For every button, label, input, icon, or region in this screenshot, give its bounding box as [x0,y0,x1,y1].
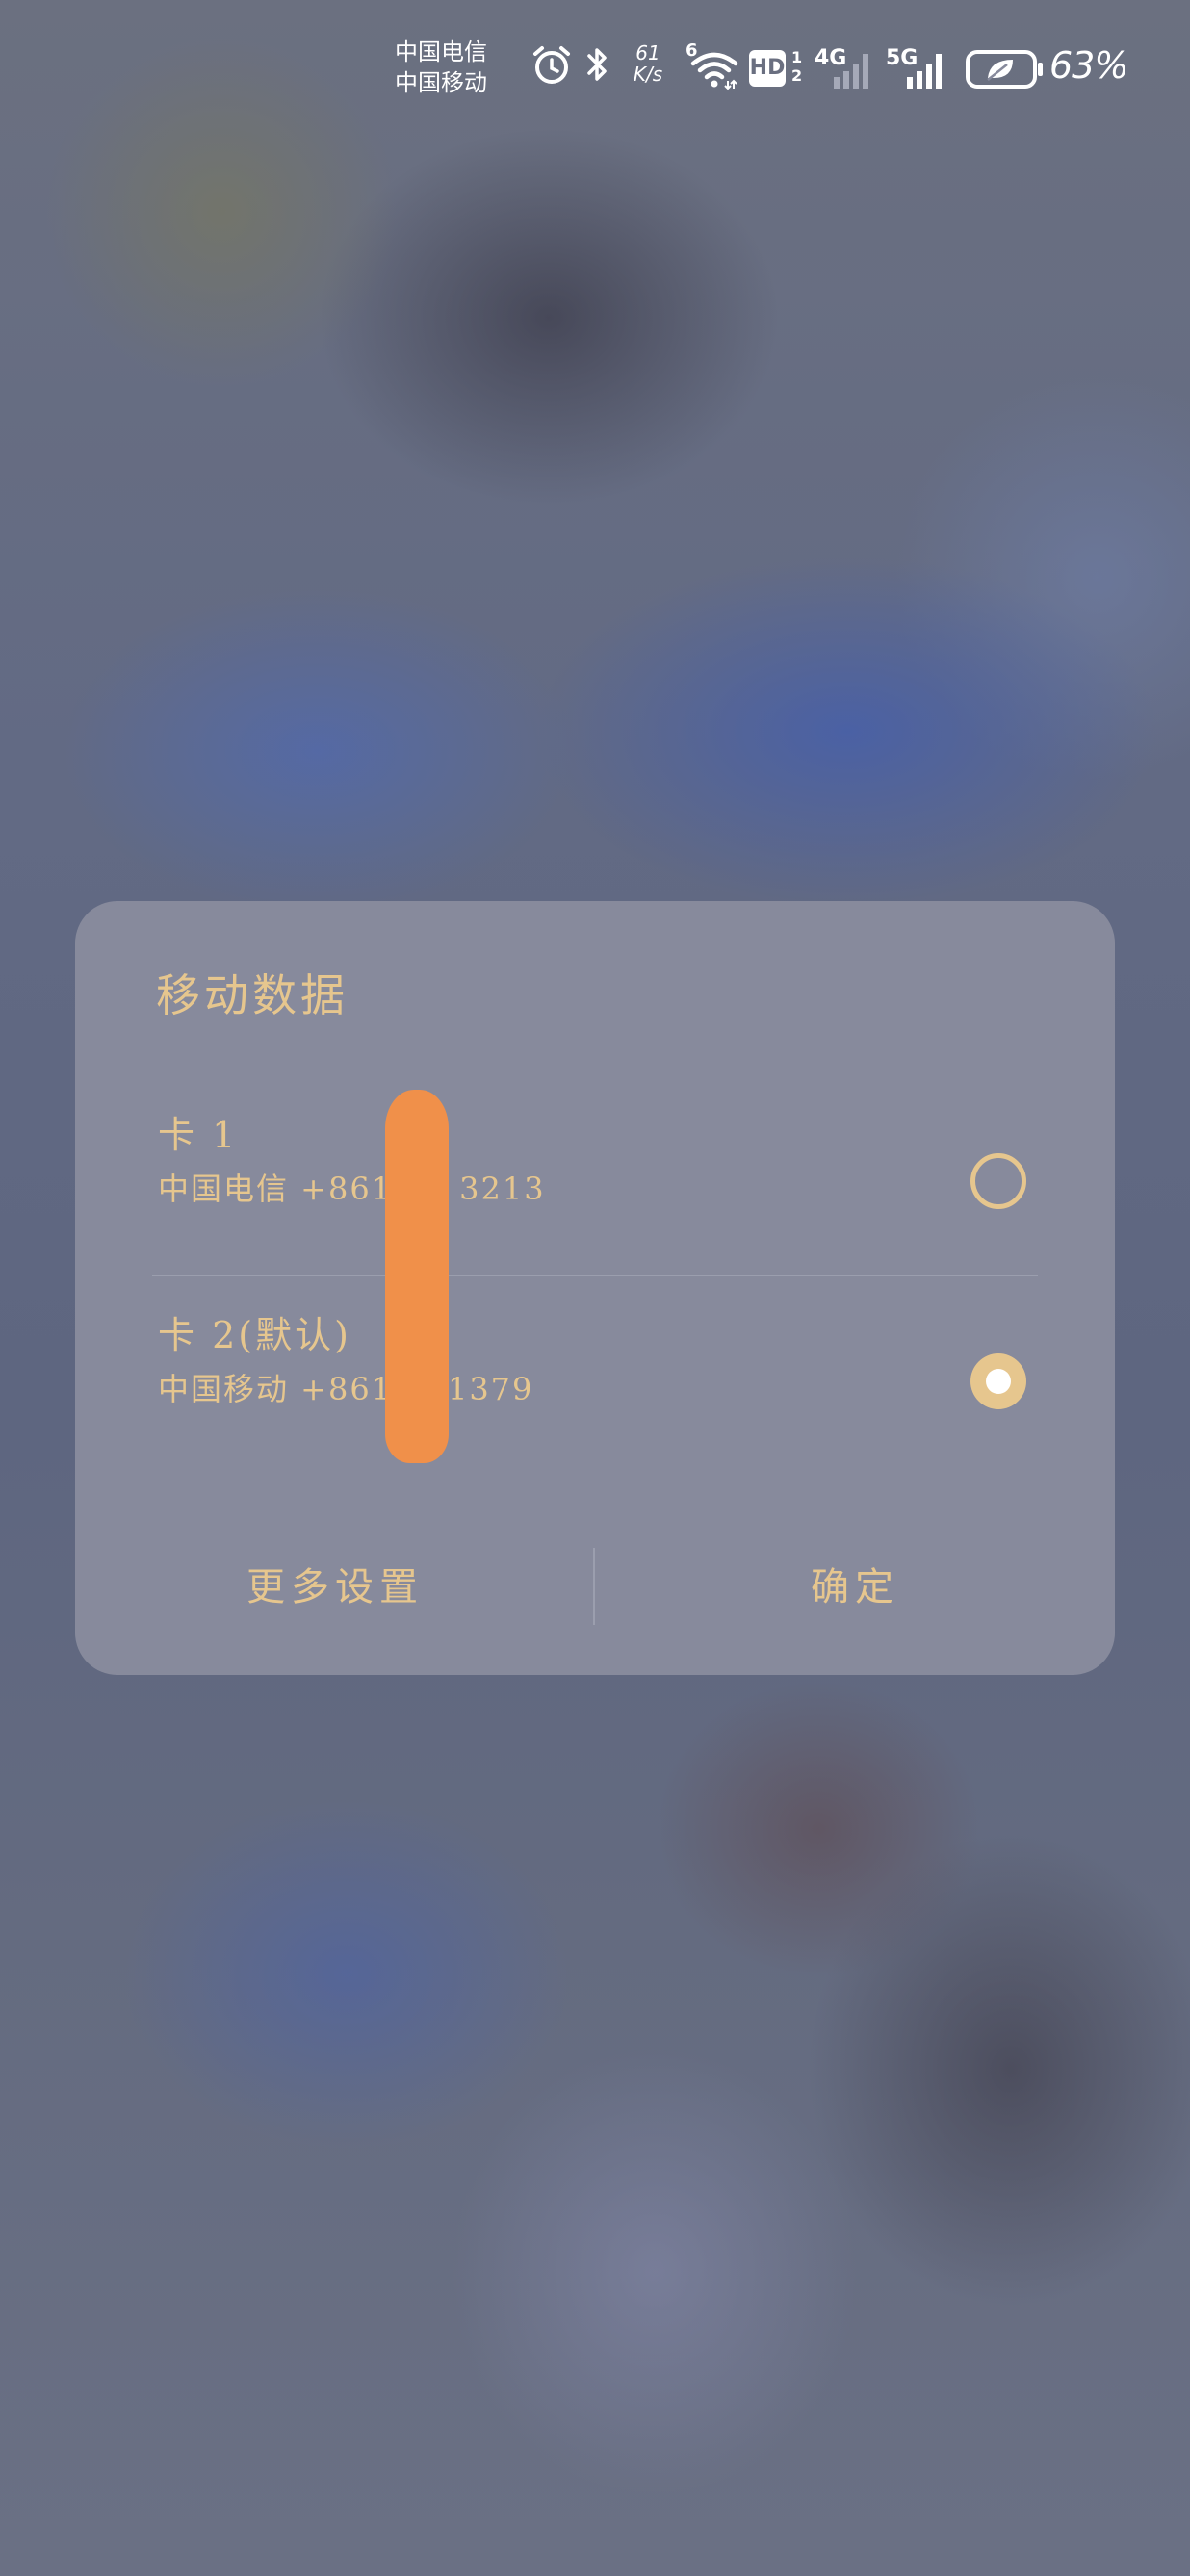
alarm-icon [533,46,570,84]
signal-icon [834,54,868,89]
confirm-button[interactable]: 确定 [595,1544,1115,1631]
network-speed-value: 61 [635,41,660,64]
bluetooth-icon [587,48,607,81]
wifi-icon [690,52,738,90]
sim-1-radio-button[interactable] [970,1153,1026,1209]
network-speed-unit: K/s [633,63,663,86]
signal-icon [907,54,942,89]
more-settings-button[interactable]: 更多设置 [75,1544,595,1631]
sim-option-2[interactable]: 卡 2(默认) 中国移动 +86183 1379 [75,1305,1115,1498]
divider [152,1275,1038,1276]
hd-sim-indicators: 1 2 [791,48,802,85]
battery-percentage: 63% [1049,44,1128,87]
sim-option-1[interactable]: 卡 1 中国电信 +8619 1 3213 [75,1105,1115,1298]
sim-1-number: 中国电信 +8619 1 3213 [158,1171,546,1207]
hd-sim-1: 1 [791,48,803,66]
network-speed: 61 K/s [631,42,665,85]
sim-2-number: 中国移动 +86183 1379 [158,1371,534,1407]
battery-saver-icon [966,50,1043,89]
carrier-1-name: 中国电信 [395,39,487,65]
sim-2-radio-button[interactable] [970,1353,1026,1409]
sim-1-label: 卡 1 [158,1114,239,1156]
dialog-title: 移动数据 [156,969,349,1021]
hd-voice-badge: HD [749,50,786,87]
mobile-data-dialog: 移动数据 卡 1 中国电信 +8619 1 3213 卡 2(默认) 中国移动 … [75,901,1115,1675]
sim-2-label: 卡 2(默认) [158,1314,351,1356]
carrier-names: 中国电信 中国移动 [395,37,501,98]
carrier-2-name: 中国移动 [395,69,487,96]
redaction-scribble [385,1090,449,1463]
status-bar: 中国电信 中国移动 61 K/s 6 HD 1 2 4G 5G 63% [0,0,1190,144]
hd-sim-2: 2 [791,66,803,85]
